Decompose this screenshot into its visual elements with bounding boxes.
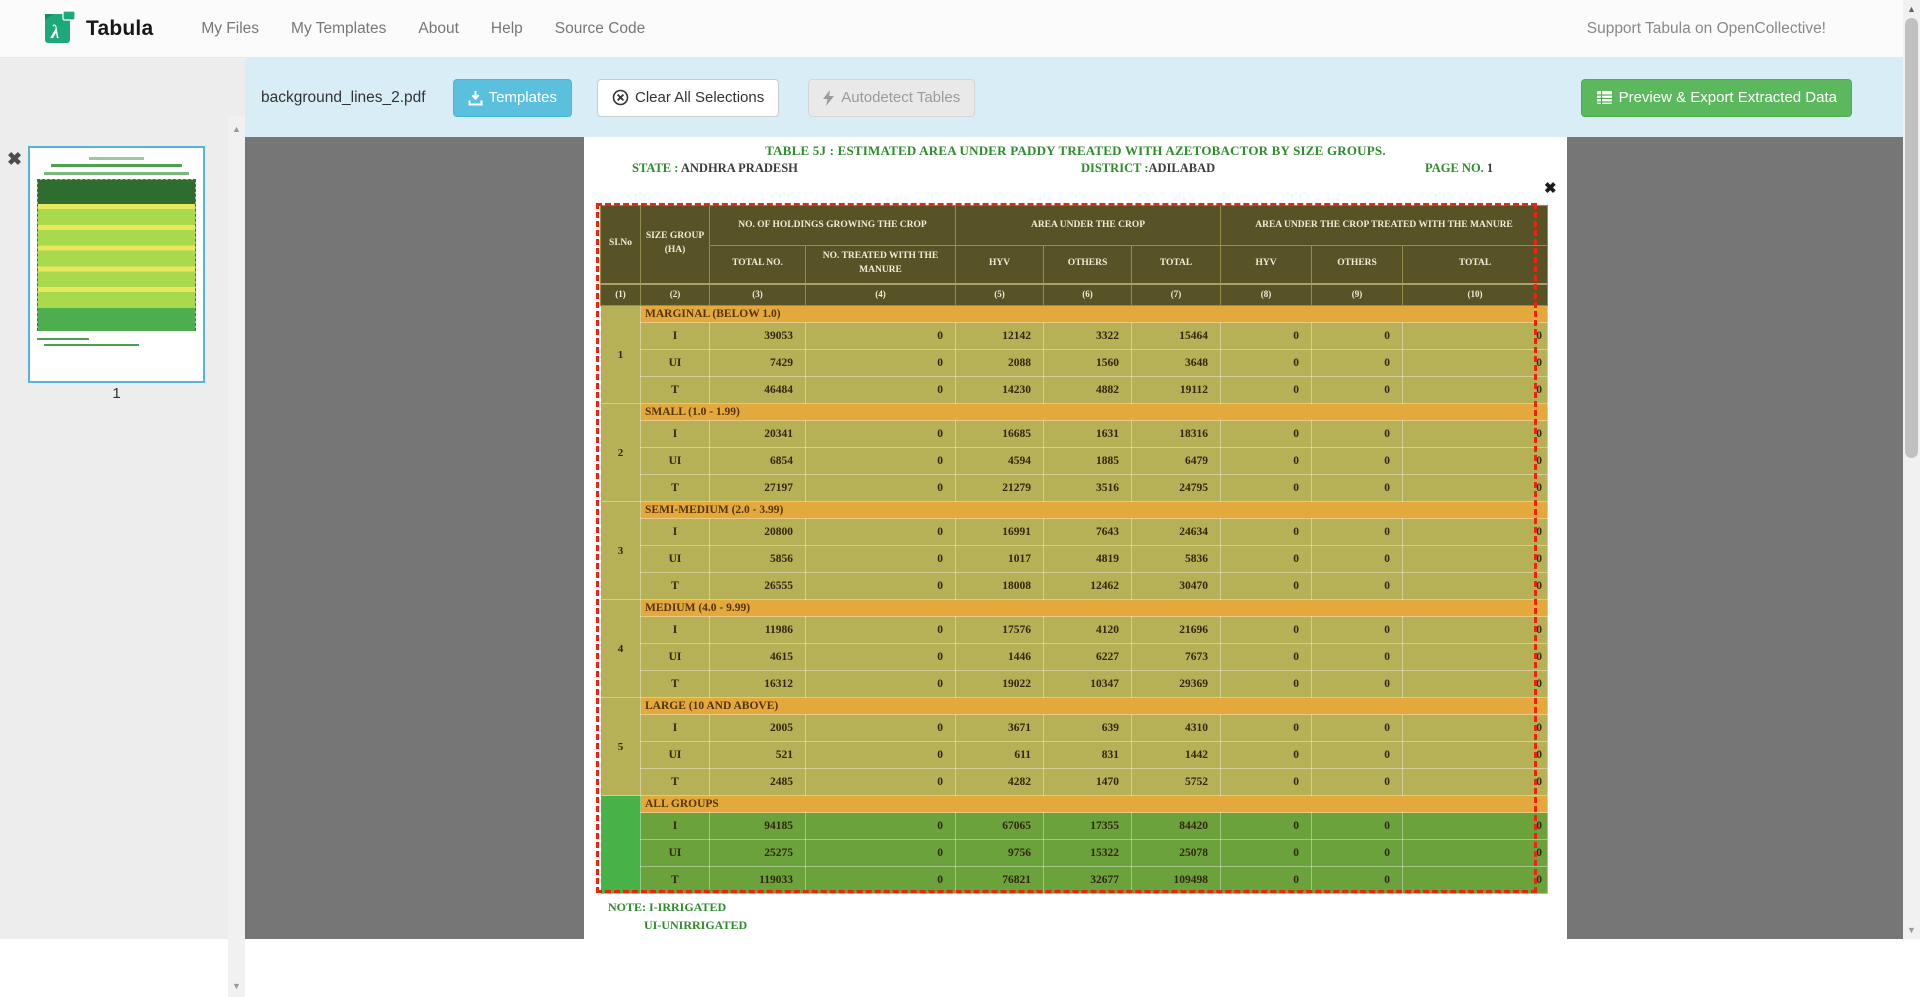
scrollbar-thumb[interactable] — [1905, 18, 1918, 458]
thumb-title-line — [89, 157, 144, 160]
templates-label: Templates — [489, 89, 557, 106]
state-label: STATE : — [632, 161, 678, 175]
page-number-label: 1 — [28, 385, 205, 402]
thumb-table-rows — [38, 204, 195, 308]
document-toolbar: background_lines_2.pdf Templates Clear A… — [245, 58, 1903, 137]
scroll-down-icon[interactable]: ▼ — [228, 981, 245, 991]
scroll-up-icon[interactable]: ▲ — [1903, 4, 1920, 14]
page-thumbnail[interactable] — [28, 146, 205, 383]
pdf-district-line: DISTRICT :ADILABAD — [1081, 161, 1215, 176]
templates-button[interactable]: Templates — [453, 79, 572, 117]
thumb-table-header — [38, 180, 195, 204]
pdf-page[interactable]: TABLE 5J : ESTIMATED AREA UNDER PADDY TR… — [584, 137, 1567, 939]
thumb-note-line — [44, 344, 139, 346]
pdf-note-line2: UI-UNIRRIGATED — [644, 918, 747, 933]
document-filename: background_lines_2.pdf — [261, 89, 426, 107]
window-scrollbar[interactable]: ▲ ▼ — [1903, 0, 1920, 939]
preview-export-label: Preview & Export Extracted Data — [1619, 89, 1837, 106]
tabula-logo-icon: λ — [44, 6, 76, 51]
scroll-down-icon[interactable]: ▼ — [1903, 925, 1920, 935]
nav-help[interactable]: Help — [491, 20, 523, 38]
nav-links: My Files My Templates About Help Source … — [185, 20, 661, 38]
autodetect-tables-button: Autodetect Tables — [808, 79, 975, 117]
nav-my-templates[interactable]: My Templates — [291, 20, 386, 38]
thumb-meta-line — [44, 172, 189, 175]
pdf-pageno-line: PAGE NO. 1 — [1425, 161, 1493, 176]
remove-page-icon[interactable]: ✖ — [7, 150, 22, 168]
table-list-icon — [1596, 90, 1613, 105]
sidebar-scrollbar[interactable]: ▲ ▼ — [228, 116, 245, 997]
district-value: ADILABAD — [1149, 161, 1216, 175]
table-selection-box[interactable] — [596, 203, 1537, 893]
clear-circle-x-icon — [612, 89, 629, 106]
brand-title: Tabula — [86, 17, 153, 41]
pageno-label: PAGE NO. — [1425, 161, 1484, 175]
preview-export-button[interactable]: Preview & Export Extracted Data — [1581, 79, 1852, 117]
nav-my-files[interactable]: My Files — [201, 20, 259, 38]
pdf-table-title: TABLE 5J : ESTIMATED AREA UNDER PADDY TR… — [584, 143, 1567, 159]
brand-link[interactable]: λ Tabula — [44, 6, 153, 51]
district-label: DISTRICT : — [1081, 161, 1149, 175]
selection-close-icon[interactable]: ✖ — [1544, 179, 1557, 197]
pdf-note-line1: NOTE: I-IRRIGATED — [608, 900, 726, 915]
thumb-note-line — [37, 338, 89, 340]
lightning-icon — [823, 90, 835, 106]
nav-source-code[interactable]: Source Code — [555, 20, 645, 38]
thumb-title-line — [51, 164, 182, 167]
svg-text:λ: λ — [50, 22, 59, 43]
autodetect-tables-label: Autodetect Tables — [841, 89, 960, 106]
clear-all-selections-label: Clear All Selections — [635, 89, 764, 106]
clear-all-selections-button[interactable]: Clear All Selections — [597, 79, 779, 117]
pageno-value: 1 — [1487, 161, 1493, 175]
import-template-icon — [468, 90, 483, 106]
state-value: ANDHRA PRADESH — [681, 161, 798, 175]
nav-about[interactable]: About — [418, 20, 459, 38]
top-navbar: λ Tabula My Files My Templates About Hel… — [0, 0, 1903, 58]
thumb-table-selection — [37, 179, 196, 331]
scroll-up-icon[interactable]: ▲ — [228, 124, 245, 134]
page-sidebar: ✖ 1 ▲ ▼ — [0, 58, 245, 939]
thumb-table-footer — [38, 308, 195, 331]
support-link[interactable]: Support Tabula on OpenCollective! — [1587, 20, 1826, 38]
pdf-state-line: STATE : ANDHRA PRADESH — [632, 161, 798, 176]
